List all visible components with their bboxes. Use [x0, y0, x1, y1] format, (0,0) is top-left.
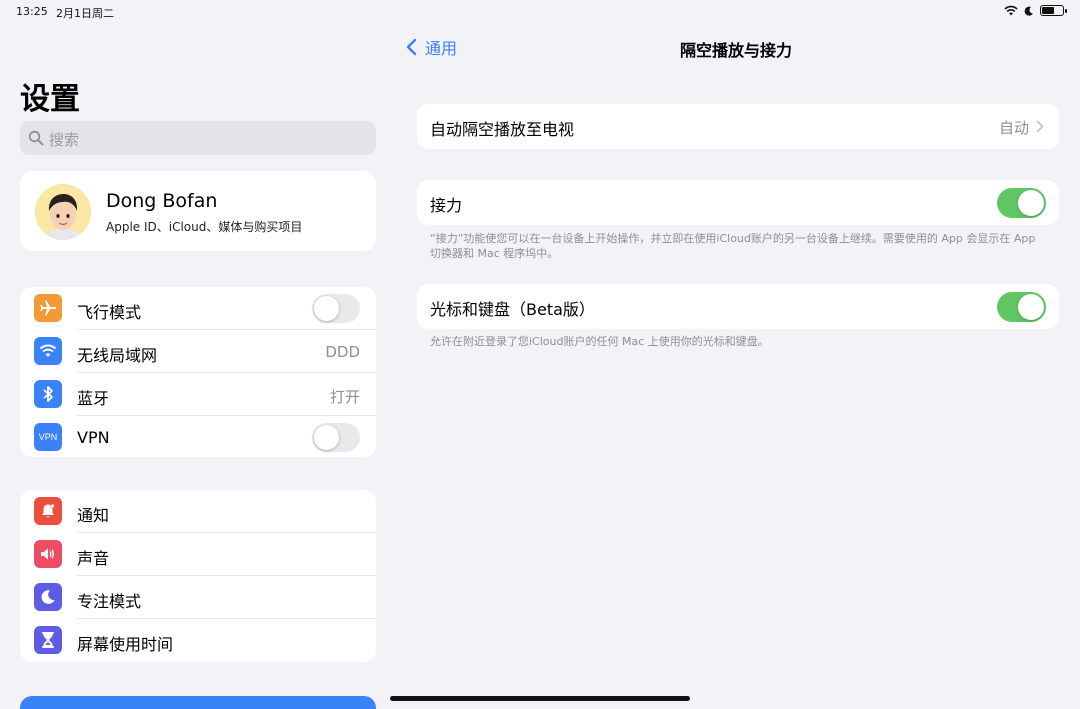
handoff-row: 接力: [417, 180, 1059, 225]
chevron-right-icon: [1036, 120, 1044, 133]
vpn-icon: VPN: [34, 423, 62, 451]
search-placeholder: 搜索: [49, 131, 80, 149]
focus-moon-icon: [1024, 6, 1033, 16]
handoff-footnote: “接力”功能使您可以在一台设备上开始操作，并立即在使用iCloud账户的另一台设…: [430, 232, 1036, 260]
profile-name: Dong Bofan: [106, 190, 218, 212]
cursor-keyboard-footnote: 允许在附近登录了您iCloud账户的任何 Mac 上使用你的光标和键盘。: [430, 335, 769, 348]
back-label: 通用: [425, 39, 458, 58]
back-button[interactable]: 通用: [405, 36, 457, 58]
handoff-toggle[interactable]: [997, 188, 1046, 218]
wifi-icon: [34, 337, 62, 365]
search-icon: [28, 130, 44, 146]
wifi-network-value: DDD: [325, 343, 360, 361]
profile-card[interactable]: Dong Bofan Apple ID、iCloud、媒体与购买项目: [20, 171, 376, 251]
sidebar-item-wifi[interactable]: 无线局域网 DDD: [20, 330, 376, 373]
airplay-label: 自动隔空播放至电视: [430, 120, 575, 139]
airplay-value: 自动: [998, 119, 1029, 137]
airplay-to-tv-row[interactable]: 自动隔空播放至电视 自动: [417, 104, 1059, 149]
sidebar-item-label: 飞行模式: [77, 303, 142, 322]
sidebar-item-label: 无线局域网: [77, 346, 158, 365]
sidebar-item-bluetooth[interactable]: 蓝牙 打开: [20, 373, 376, 416]
cursor-keyboard-label: 光标和键盘（Beta版）: [430, 300, 595, 319]
sidebar-item-label: 蓝牙: [77, 389, 110, 408]
wifi-status-icon: [1004, 5, 1018, 16]
airplane-icon: [34, 294, 62, 322]
status-icons: [1004, 5, 1067, 16]
avatar: [35, 184, 91, 240]
hourglass-icon: [34, 626, 62, 654]
profile-subtitle: Apple ID、iCloud、媒体与购买项目: [106, 220, 303, 234]
sidebar-item-focus[interactable]: 专注模式: [20, 576, 376, 619]
memoji-avatar-icon: [35, 184, 91, 240]
notifications-group: 通知 声音 专注模式 屏幕使用时间: [20, 490, 376, 662]
sidebar-item-label: VPN: [77, 428, 110, 447]
sidebar: 设置 搜索 Dong Bofan Apple ID、iCloud、媒体与购买项目: [0, 0, 395, 709]
sidebar-item-general-selected[interactable]: [20, 696, 376, 709]
bell-icon: [34, 497, 62, 525]
chevron-left-icon: [406, 38, 417, 56]
sidebar-item-label: 通知: [77, 506, 110, 525]
sidebar-item-screen-time[interactable]: 屏幕使用时间: [20, 619, 376, 662]
home-indicator[interactable]: [390, 696, 690, 701]
sidebar-item-vpn[interactable]: VPN VPN: [20, 416, 376, 459]
connectivity-group: 飞行模式 无线局域网 DDD 蓝牙 打开 VPN VPN: [20, 287, 376, 457]
airplane-mode-toggle[interactable]: [312, 294, 360, 323]
sidebar-item-label: 声音: [77, 549, 110, 568]
sidebar-item-notifications[interactable]: 通知: [20, 490, 376, 533]
sidebar-item-airplane-mode[interactable]: 飞行模式: [20, 287, 376, 330]
sidebar-item-label: 屏幕使用时间: [77, 635, 174, 654]
vpn-icon-text: VPN: [38, 432, 58, 442]
sidebar-title: 设置: [20, 82, 80, 117]
bluetooth-status-value: 打开: [329, 388, 360, 406]
cursor-keyboard-row: 光标和键盘（Beta版）: [417, 284, 1059, 329]
bluetooth-icon: [34, 380, 62, 408]
handoff-label: 接力: [430, 196, 463, 215]
speaker-icon: [34, 540, 62, 568]
sidebar-item-sounds[interactable]: 声音: [20, 533, 376, 576]
page-title: 隔空播放与接力: [680, 41, 793, 60]
cursor-keyboard-toggle[interactable]: [997, 292, 1046, 322]
vpn-toggle[interactable]: [312, 423, 360, 452]
moon-icon: [34, 583, 62, 611]
sidebar-item-label: 专注模式: [77, 592, 142, 611]
battery-icon: [1040, 5, 1067, 16]
search-input[interactable]: 搜索: [20, 121, 376, 155]
